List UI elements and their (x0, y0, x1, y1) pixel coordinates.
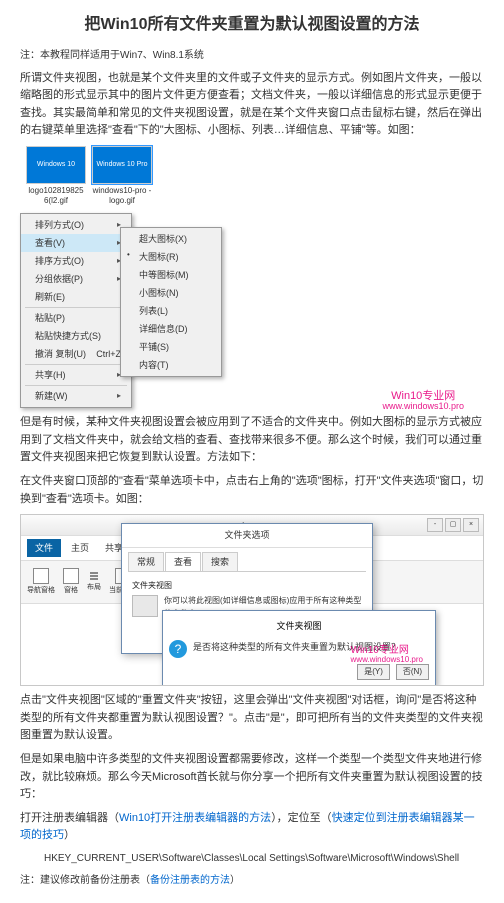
paragraph-3: 在文件夹窗口顶部的"查看"菜单选项卡中，点击右上角的"选项"图标，打开"文件夹选… (20, 473, 484, 508)
dialog-title[interactable]: 文件夹选项 (122, 524, 372, 547)
confirm-no-button[interactable]: 否(N) (396, 664, 429, 681)
link-regedit-open[interactable]: Win10打开注册表编辑器的方法 (119, 812, 271, 824)
page-title: 把Win10所有文件夹重置为默认视图设置的方法 (20, 12, 484, 38)
max-button[interactable]: ▢ (445, 518, 461, 532)
smi-medium[interactable]: 中等图标(M) (121, 266, 221, 284)
smi-details[interactable]: 详细信息(D) (121, 320, 221, 338)
screenshot-folder-options: temp - ▢ × 文件 主页 共享 查看 导航窗格 窗格 布局 当前视图 显… (20, 514, 484, 686)
smi-small[interactable]: 小图标(N) (121, 284, 221, 302)
dlg-tab-view[interactable]: 查看 (165, 552, 201, 571)
context-menu: 排列方式(O)▸ 查看(V)▸ 排序方式(O)▸ 分组依据(P)▸ 刷新(E) … (20, 213, 132, 408)
ribbon-tab-home[interactable]: 主页 (65, 539, 95, 557)
mi-undo[interactable]: 撤消 复制(U)Ctrl+Z (21, 345, 131, 363)
smi-list[interactable]: 列表(L) (121, 302, 221, 320)
tool-navpane[interactable]: 导航窗格 (27, 568, 55, 596)
mi-paste-shortcut[interactable]: 粘贴快捷方式(S) (21, 327, 131, 345)
close-button[interactable]: × (463, 518, 479, 532)
tool-layout[interactable]: 布局 (87, 572, 101, 593)
confirm-title[interactable]: 文件夹视图 (169, 617, 429, 635)
paragraph-4: 点击"文件夹视图"区域的"重置文件夹"按钮，这里会弹出"文件夹视图"对话框，询问… (20, 692, 484, 745)
paragraph-6: 打开注册表编辑器（Win10打开注册表编辑器的方法），定位至（快速定位到注册表编… (20, 810, 484, 845)
mi-paste[interactable]: 粘贴(P) (21, 309, 131, 327)
mi-arrange[interactable]: 排列方式(O)▸ (21, 216, 131, 234)
watermark-2: Win10专业网 www.windows10.pro (351, 645, 423, 665)
smi-large[interactable]: 大图标(R) (121, 248, 221, 266)
folder-icon (132, 595, 158, 617)
smi-tiles[interactable]: 平铺(S) (121, 338, 221, 356)
watermark-1: Win10专业网 www.windows10.pro (382, 390, 464, 412)
question-icon: ? (169, 640, 187, 658)
min-button[interactable]: - (427, 518, 443, 532)
smi-extra-large[interactable]: 超大图标(X) (121, 230, 221, 248)
note-backup: 注：建议修改前备份注册表（备份注册表的方法） (20, 873, 484, 889)
mi-refresh[interactable]: 刷新(E) (21, 288, 131, 306)
tool-panes[interactable]: 窗格 (63, 568, 79, 596)
confirm-yes-button[interactable]: 是(Y) (357, 664, 390, 681)
context-submenu-view: 超大图标(X) 大图标(R) 中等图标(M) 小图标(N) 列表(L) 详细信息… (120, 227, 222, 377)
mi-view[interactable]: 查看(V)▸ (21, 234, 131, 252)
section-label-folderview: 文件夹视图 (132, 580, 362, 593)
dlg-tab-general[interactable]: 常规 (128, 552, 164, 571)
mi-group[interactable]: 分组依据(P)▸ (21, 270, 131, 288)
registry-path: HKEY_CURRENT_USER\Software\Classes\Local… (44, 851, 484, 867)
dlg-tab-search[interactable]: 搜索 (202, 552, 238, 571)
file-thumb-2[interactable]: Windows 10 Pro windows10-pro -logo.gif (92, 146, 152, 205)
paragraph-2: 但是有时候，某种文件夹视图设置会被应用到了不适合的文件夹中。例如大图标的显示方式… (20, 414, 484, 467)
smi-content[interactable]: 内容(T) (121, 356, 221, 374)
folder-options-dialog: 文件夹选项 常规 查看 搜索 文件夹视图 你可以将此视图(如详细信息或图标)应用… (121, 523, 373, 654)
screenshot-context-menu: Windows 10 logo102819825 6(l2.gif Window… (20, 146, 484, 408)
mi-sort[interactable]: 排序方式(O)▸ (21, 252, 131, 270)
mi-share[interactable]: 共享(H)▸ (21, 366, 131, 384)
ribbon-file[interactable]: 文件 (27, 539, 61, 557)
file-thumb-1[interactable]: Windows 10 logo102819825 6(l2.gif (26, 146, 86, 205)
note-intro: 注：本教程同样适用于Win7、Win8.1系统 (20, 48, 484, 64)
mi-new[interactable]: 新建(W)▸ (21, 387, 131, 405)
link-backup-registry[interactable]: 备份注册表的方法 (150, 875, 230, 886)
paragraph-1: 所谓文件夹视图，也就是某个文件夹里的文件或子文件夹的显示方式。例如图片文件夹，一… (20, 70, 484, 140)
paragraph-5: 但是如果电脑中许多类型的文件夹视图设置都需要修改，这样一个类型一个类型文件夹地进… (20, 751, 484, 804)
